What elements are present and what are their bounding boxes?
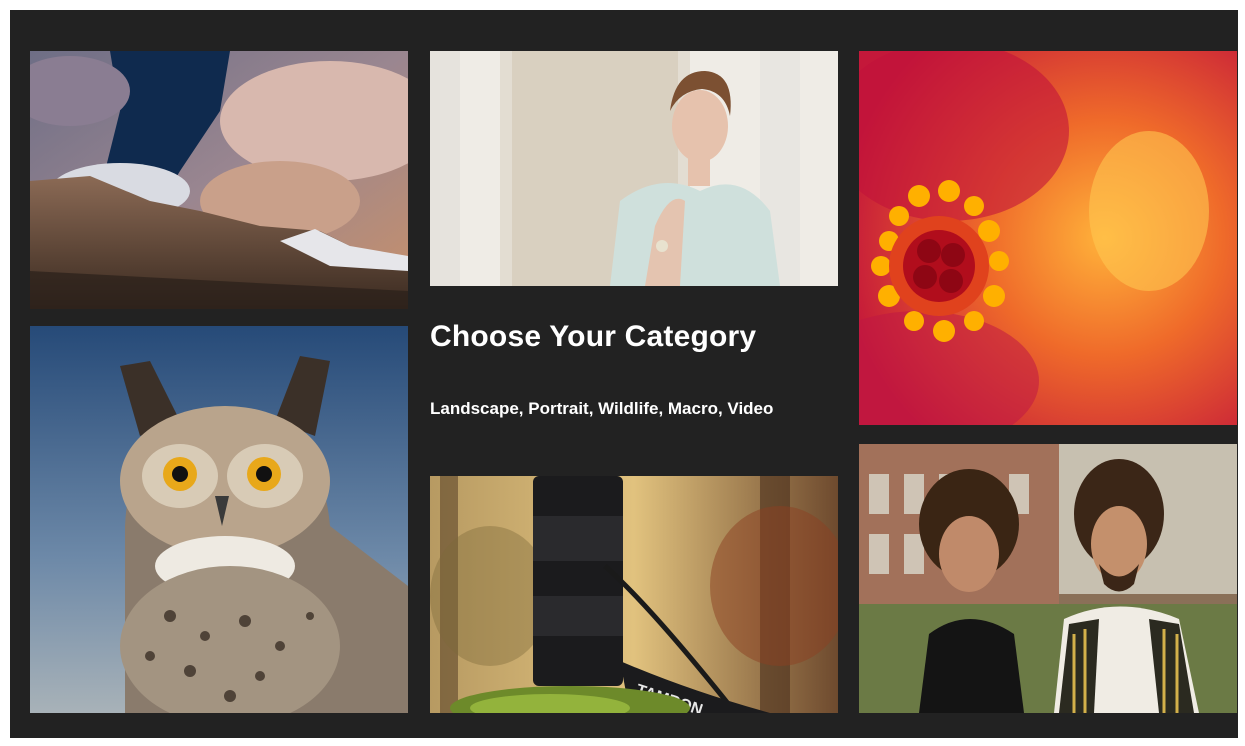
category-panel: Choose Your Category Landscape, Portrait… <box>10 10 1238 738</box>
owl-wildlife-photo[interactable] <box>30 326 408 713</box>
flower-macro-photo[interactable] <box>859 51 1237 425</box>
landscape-photo[interactable] <box>30 51 408 309</box>
camera-lens-photo[interactable]: TAMRON <box>430 476 838 713</box>
category-list-text: Landscape, Portrait, Wildlife, Macro, Vi… <box>430 399 774 418</box>
couple-portrait-photo[interactable] <box>859 444 1237 713</box>
portrait-photo[interactable] <box>430 51 838 286</box>
page-title: Choose Your Category <box>430 320 757 353</box>
